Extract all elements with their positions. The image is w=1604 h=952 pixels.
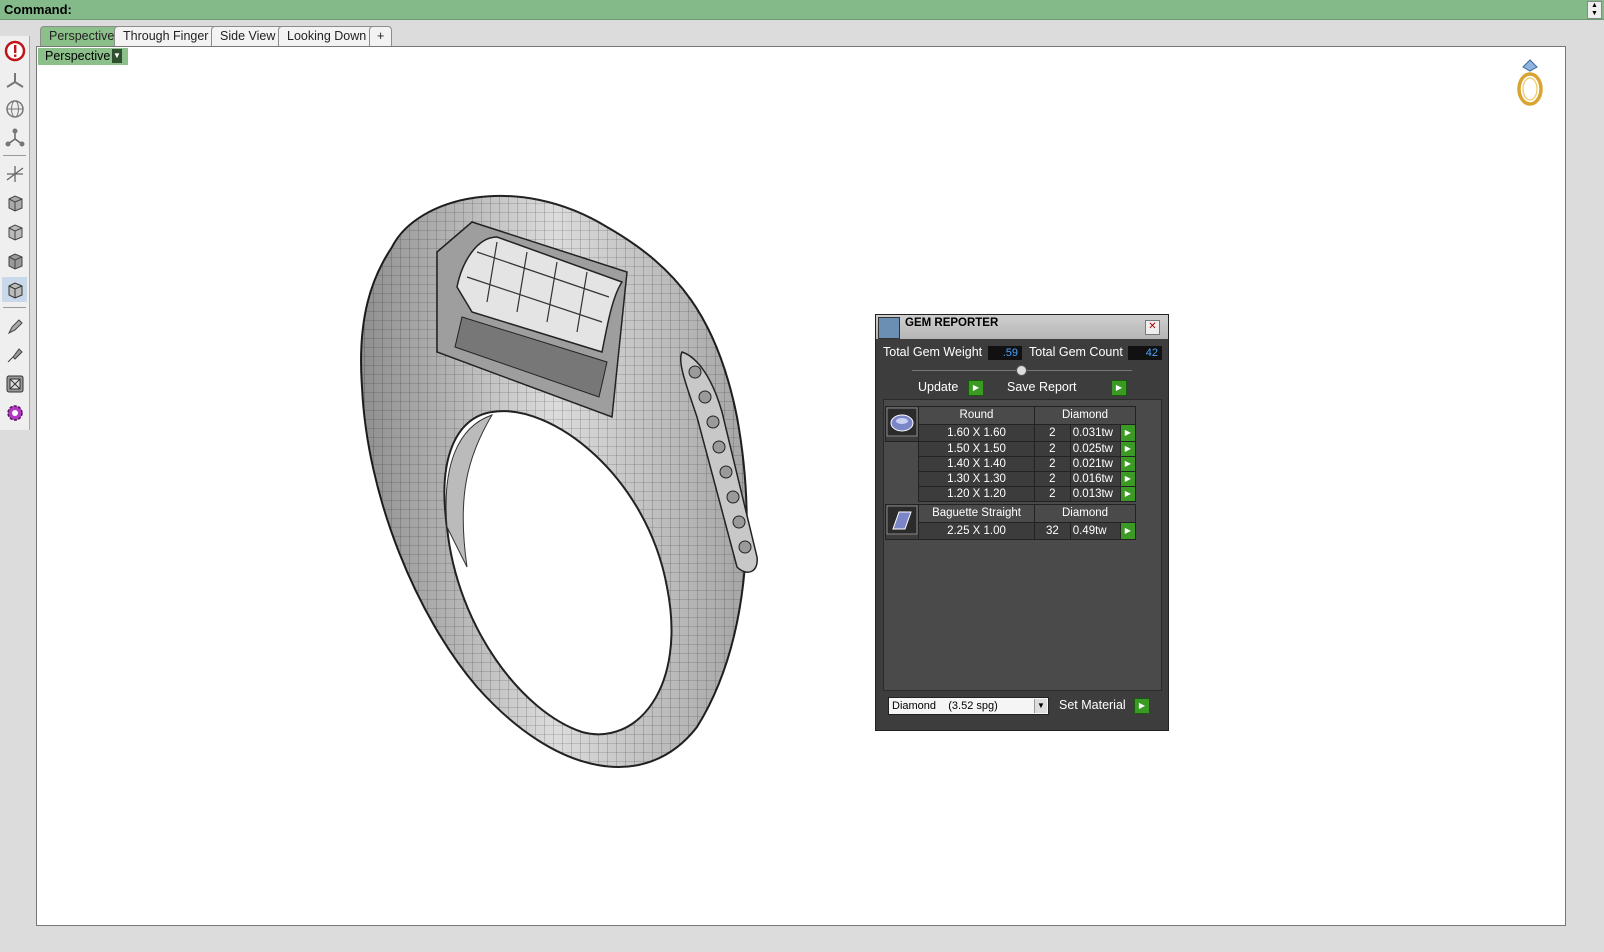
command-scroll[interactable]: ▲ ▼ bbox=[1587, 1, 1602, 19]
cube-shaded-icon[interactable] bbox=[2, 190, 27, 215]
viewport-perspective[interactable]: Perspective ▼ bbox=[36, 46, 1566, 926]
table-row: 1.20 X 1.20 2 0.013tw ▶ bbox=[886, 486, 1137, 502]
save-report-button[interactable]: Save Report bbox=[1007, 380, 1076, 395]
gem-reporter-icon bbox=[878, 317, 900, 339]
gem-weight: 0.021tw bbox=[1069, 456, 1121, 472]
table-row: 1.60 X 1.60 2 0.031tw ▶ bbox=[886, 423, 1137, 442]
total-count-value: 42 bbox=[1128, 346, 1162, 360]
gem-size: 1.40 X 1.40 bbox=[918, 456, 1035, 472]
close-icon[interactable]: ✕ bbox=[1145, 320, 1160, 335]
add-tab-button[interactable]: + bbox=[369, 26, 393, 46]
set-material-button[interactable]: Set Material bbox=[1059, 698, 1126, 713]
chevron-down-icon[interactable]: ▼ bbox=[112, 49, 122, 63]
row-go-icon[interactable]: ▶ bbox=[1119, 441, 1137, 457]
row-go-icon[interactable]: ▶ bbox=[1119, 486, 1137, 502]
baguette-gem-icon bbox=[885, 504, 919, 540]
total-weight-value: .59 bbox=[988, 346, 1022, 360]
chevron-down-icon[interactable]: ▼ bbox=[1034, 699, 1047, 713]
set-material-go-icon[interactable]: ▶ bbox=[1134, 698, 1150, 714]
group-material-label: Diamond bbox=[1034, 504, 1136, 523]
gem-size: 2.25 X 1.00 bbox=[918, 521, 1035, 540]
gem-size: 1.60 X 1.60 bbox=[918, 423, 1035, 442]
gear-plugin-icon[interactable] bbox=[2, 400, 27, 425]
gem-weight: 0.016tw bbox=[1069, 471, 1121, 487]
frame-icon[interactable] bbox=[2, 371, 27, 396]
axis-icon[interactable] bbox=[2, 67, 27, 92]
update-button[interactable]: Update bbox=[918, 380, 958, 395]
group-material-label: Diamond bbox=[1034, 406, 1136, 425]
cube-flat-icon[interactable] bbox=[2, 248, 27, 273]
row-go-icon[interactable]: ▶ bbox=[1119, 456, 1137, 472]
total-weight-label: Total Gem Weight bbox=[883, 345, 983, 359]
gem-size: 1.30 X 1.30 bbox=[918, 471, 1035, 487]
gem-count: 2 bbox=[1034, 456, 1071, 472]
gem-count: 2 bbox=[1034, 486, 1071, 502]
viewport-tabs: Perspective Through Finger Side View Loo… bbox=[36, 24, 1604, 46]
save-report-go-icon[interactable]: ▶ bbox=[1111, 380, 1127, 396]
tab-side-view[interactable]: Side View bbox=[211, 26, 285, 46]
collapse-knob[interactable] bbox=[1016, 365, 1027, 376]
row-go-icon[interactable]: ▶ bbox=[1119, 423, 1137, 442]
gem-group-baguette: Baguette Straight Diamond 2.25 X 1.00 32… bbox=[885, 504, 1137, 540]
node-icon[interactable] bbox=[2, 125, 27, 150]
group-shape-label: Round bbox=[918, 406, 1035, 425]
toolbar-divider bbox=[3, 155, 26, 156]
gem-size: 1.20 X 1.20 bbox=[918, 486, 1035, 502]
material-select-value: Diamond (3.52 spg) bbox=[892, 700, 998, 712]
brush-icon[interactable] bbox=[2, 342, 27, 367]
gem-list: Round Diamond 1.60 X 1.60 2 0.031tw ▶ 1.… bbox=[883, 399, 1162, 691]
total-count-label: Total Gem Count bbox=[1029, 345, 1123, 359]
ring-model[interactable] bbox=[337, 167, 807, 787]
panel-title: GEM REPORTER bbox=[905, 317, 999, 329]
gem-weight: 0.49tw bbox=[1069, 521, 1121, 540]
tab-through-finger[interactable]: Through Finger bbox=[114, 26, 218, 46]
snap-axis-icon[interactable] bbox=[2, 161, 27, 186]
globe-icon[interactable] bbox=[2, 96, 27, 121]
stop-icon[interactable] bbox=[2, 38, 27, 63]
table-row: 2.25 X 1.00 32 0.49tw ▶ bbox=[886, 521, 1137, 540]
table-row: 1.50 X 1.50 2 0.025tw ▶ bbox=[886, 441, 1137, 457]
cube-wire-icon[interactable] bbox=[2, 219, 27, 244]
row-go-icon[interactable]: ▶ bbox=[1119, 521, 1137, 540]
gem-count: 32 bbox=[1034, 521, 1071, 540]
gem-weight: 0.013tw bbox=[1069, 486, 1121, 502]
row-go-icon[interactable]: ▶ bbox=[1119, 471, 1137, 487]
command-bar[interactable]: Command: ▲ ▼ bbox=[0, 0, 1604, 20]
update-go-icon[interactable]: ▶ bbox=[968, 380, 984, 396]
material-select[interactable]: Diamond (3.52 spg) ▼ bbox=[888, 697, 1049, 715]
gem-weight: 0.025tw bbox=[1069, 441, 1121, 457]
gem-weight: 0.031tw bbox=[1069, 423, 1121, 442]
gem-count: 2 bbox=[1034, 441, 1071, 457]
cube-render-icon[interactable] bbox=[2, 277, 27, 302]
table-row: 1.40 X 1.40 2 0.021tw ▶ bbox=[886, 456, 1137, 472]
round-gem-icon bbox=[885, 406, 919, 442]
tab-looking-down[interactable]: Looking Down bbox=[278, 26, 376, 46]
pen-icon[interactable] bbox=[2, 313, 27, 338]
left-toolbar bbox=[0, 36, 30, 430]
gem-reporter-panel: GEM REPORTER ✕ Total Gem Weight .59 Tota… bbox=[875, 314, 1169, 731]
gem-count: 2 bbox=[1034, 471, 1071, 487]
command-label: Command: bbox=[4, 2, 72, 17]
ring-thumbnail-icon bbox=[1517, 59, 1543, 106]
panel-titlebar[interactable]: GEM REPORTER ✕ bbox=[876, 315, 1168, 339]
tab-perspective[interactable]: Perspective bbox=[40, 26, 124, 46]
gem-group-round: Round Diamond 1.60 X 1.60 2 0.031tw ▶ 1.… bbox=[885, 406, 1137, 502]
toolbar-divider bbox=[3, 307, 26, 308]
table-row: 1.30 X 1.30 2 0.016tw ▶ bbox=[886, 471, 1137, 487]
gem-count: 2 bbox=[1034, 423, 1071, 442]
group-shape-label: Baguette Straight bbox=[918, 504, 1035, 523]
gem-size: 1.50 X 1.50 bbox=[918, 441, 1035, 457]
